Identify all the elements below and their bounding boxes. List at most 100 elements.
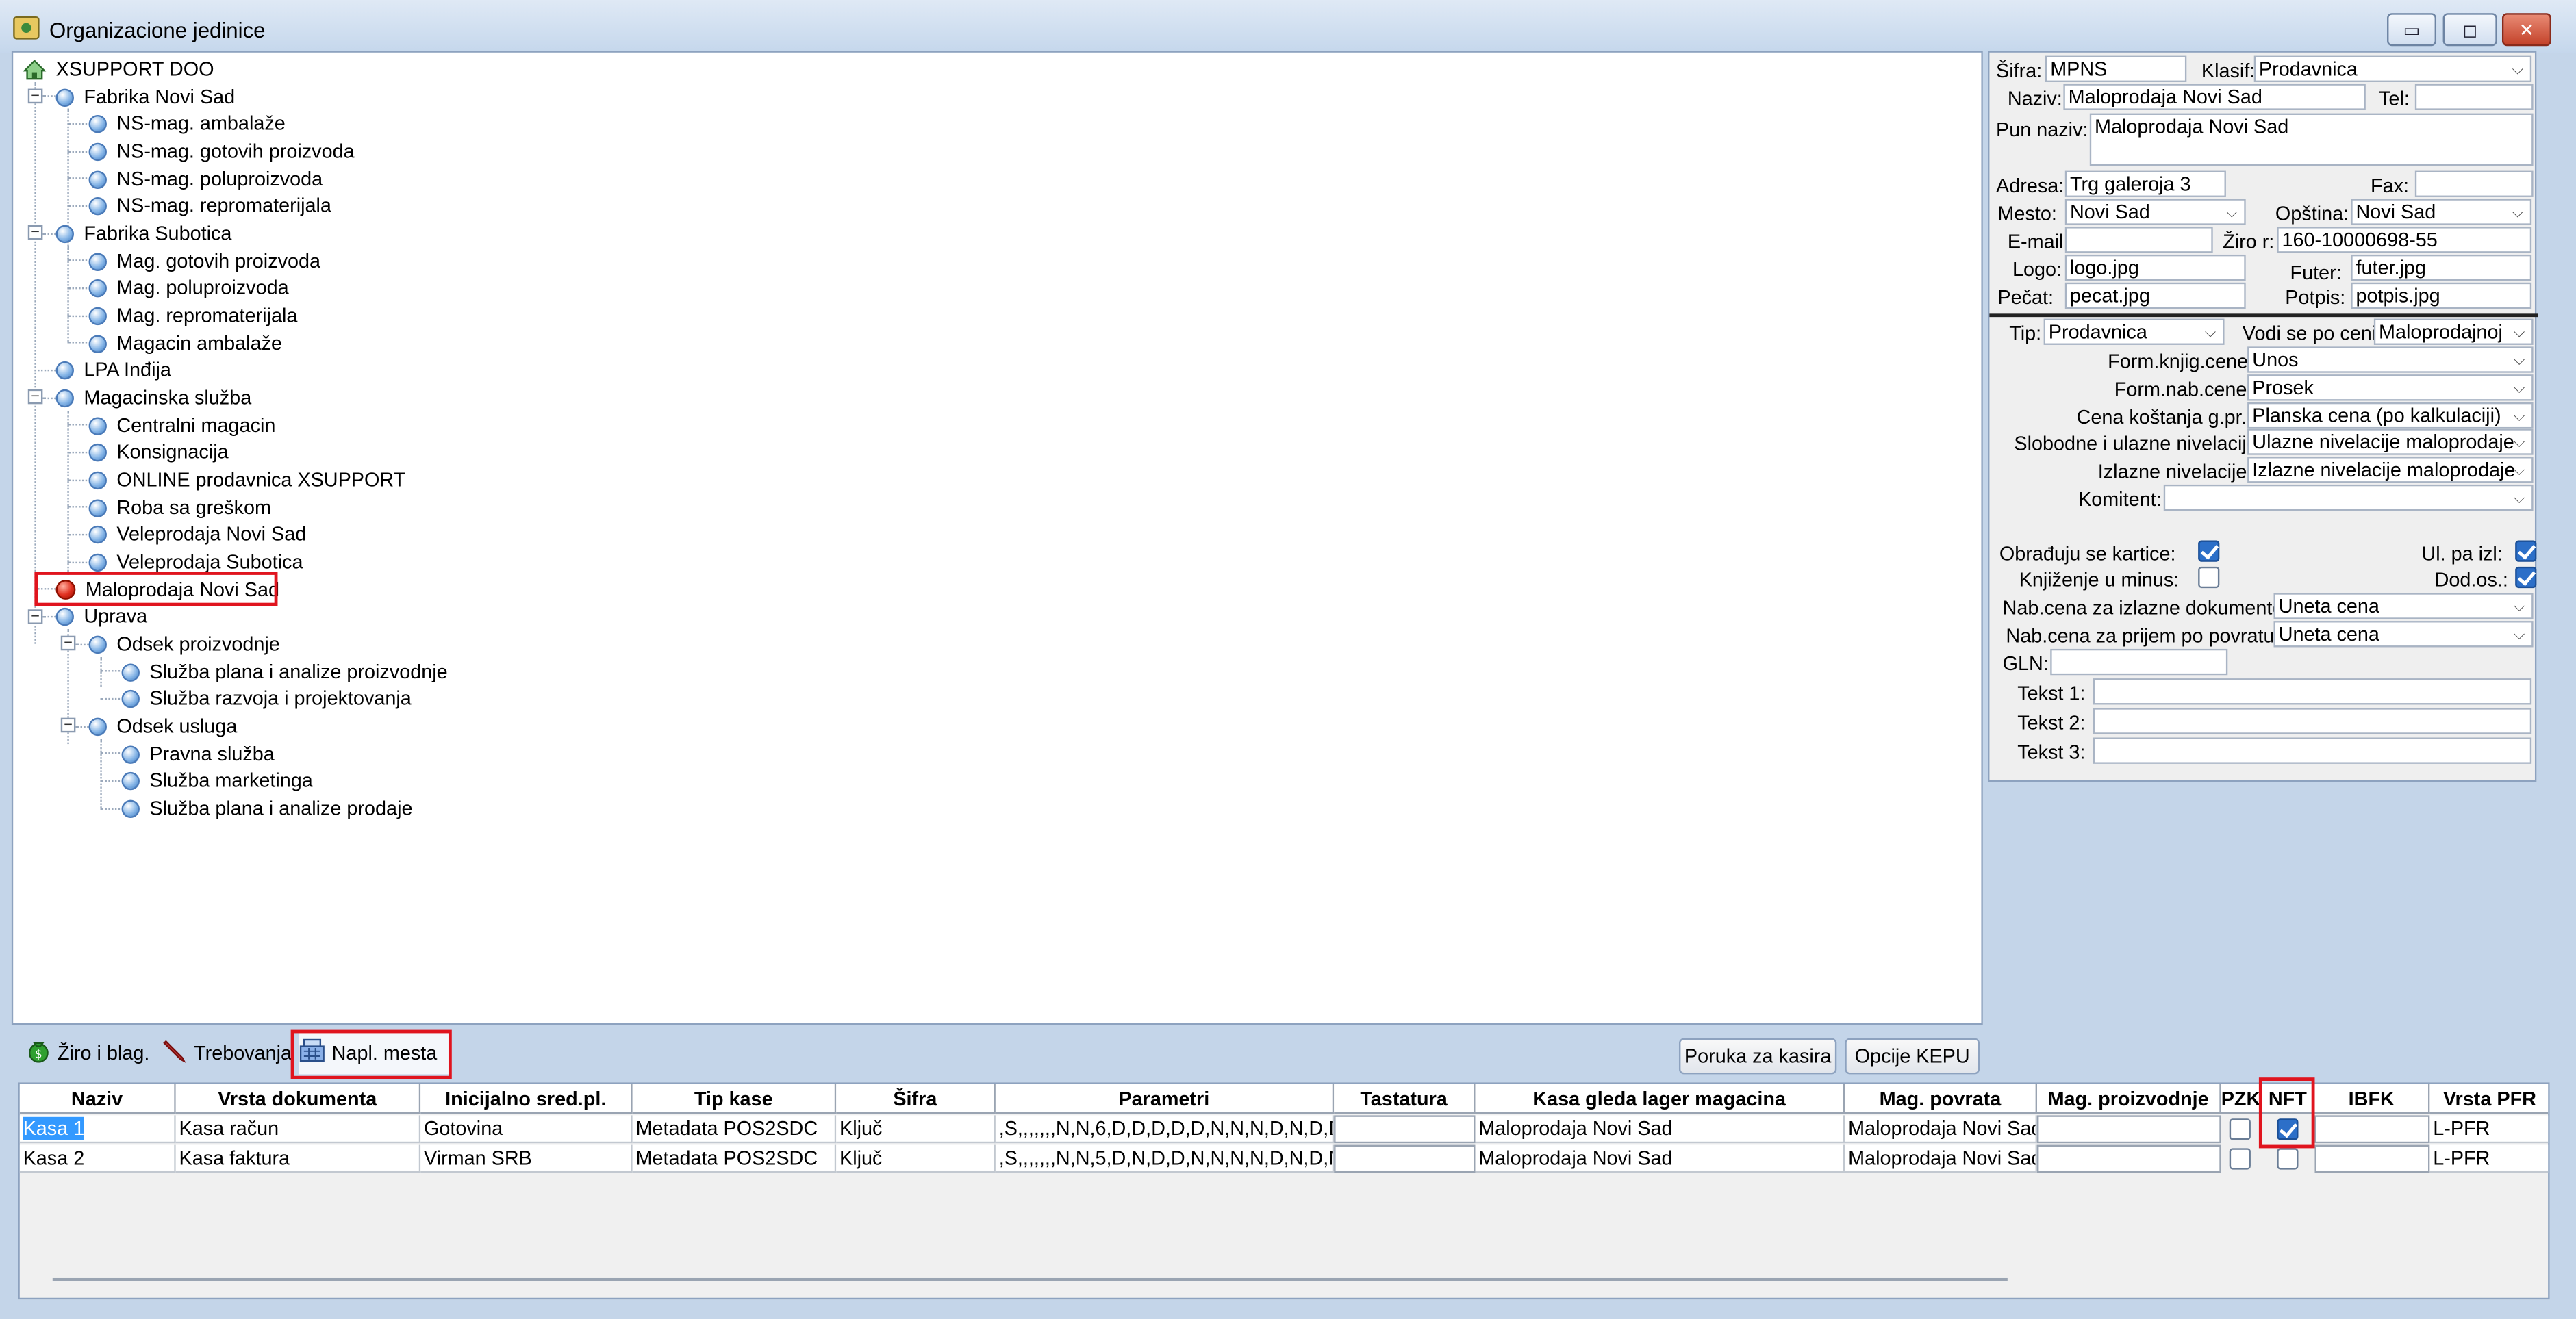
- maximize-button[interactable]: ◻: [2442, 13, 2497, 47]
- napl-mesta-grid[interactable]: Naziv Vrsta dokumenta Inicijalno sred.pl…: [18, 1082, 2550, 1300]
- naziv-field[interactable]: Maloprodaja Novi Sad: [2063, 84, 2366, 110]
- tab-ziro[interactable]: $ Žiro i blag.: [26, 1032, 161, 1074]
- table-cell[interactable]: [2037, 1115, 2221, 1144]
- table-cell[interactable]: Maloprodaja Novi Sad: [1845, 1115, 2038, 1144]
- ul-checkbox[interactable]: [2515, 540, 2537, 562]
- tree-item[interactable]: Služba plana i analize proizvodnje: [121, 658, 448, 684]
- tree-item[interactable]: Uprava: [55, 603, 147, 629]
- pzk-checkbox[interactable]: [2229, 1148, 2251, 1170]
- tab-trebovanja[interactable]: Trebovanja: [163, 1032, 292, 1074]
- tel-field[interactable]: [2414, 84, 2534, 110]
- expander[interactable]: −: [60, 635, 76, 651]
- nab-prij-combo[interactable]: Uneta cena ⌵: [2273, 621, 2534, 648]
- col-header[interactable]: Naziv: [19, 1084, 176, 1114]
- tree-item[interactable]: Centralni magacin: [88, 412, 275, 438]
- mesto-combo[interactable]: Novi Sad ⌵: [2064, 199, 2246, 225]
- tree-root[interactable]: XSUPPORT DOO: [23, 56, 214, 82]
- table-cell[interactable]: Virman SRB: [420, 1144, 633, 1173]
- table-cell[interactable]: Ključ: [836, 1144, 996, 1173]
- vodi-combo[interactable]: Maloprodajnoj ⌵: [2373, 318, 2534, 345]
- tekst2-field[interactable]: [2093, 708, 2532, 734]
- tekst1-field[interactable]: [2093, 678, 2532, 705]
- tree-item[interactable]: LPA Inđija: [55, 357, 171, 383]
- col-header[interactable]: Vrsta dokumenta: [175, 1084, 421, 1114]
- potpis-field[interactable]: potpis.jpg: [2351, 282, 2532, 309]
- tree-item[interactable]: Magacin ambalaže: [88, 330, 282, 356]
- tree-item[interactable]: Konsignacija: [88, 439, 229, 465]
- horizontal-scrollbar[interactable]: [52, 1277, 2008, 1281]
- tree-item[interactable]: NS-mag. repromaterijala: [88, 192, 331, 218]
- table-cell[interactable]: Ključ: [836, 1115, 996, 1144]
- minimize-button[interactable]: ▭: [2387, 13, 2437, 47]
- col-header[interactable]: Tip kase: [632, 1084, 837, 1114]
- tree-item[interactable]: Veleprodaja Novi Sad: [88, 521, 306, 547]
- table-cell[interactable]: ,S,,,,,,,N,N,6,D,D,D,D,D,N,N,N,D,N,D,DX: [995, 1115, 1335, 1144]
- pecat-field[interactable]: pecat.jpg: [2064, 282, 2246, 309]
- col-header[interactable]: Vrsta PFR: [2429, 1084, 2549, 1114]
- table-cell[interactable]: L-PFR: [2429, 1144, 2549, 1173]
- table-cell[interactable]: Kasa faktura: [175, 1144, 421, 1173]
- table-cell[interactable]: [2314, 1144, 2430, 1173]
- table-cell[interactable]: Kasa 1: [19, 1115, 176, 1144]
- nab-izl-combo[interactable]: Uneta cena ⌵: [2273, 593, 2534, 619]
- knj-checkbox[interactable]: [2198, 566, 2220, 589]
- table-cell[interactable]: Maloprodaja Novi Sad: [1475, 1115, 1845, 1144]
- col-header[interactable]: Šifra: [836, 1084, 996, 1114]
- table-cell[interactable]: Maloprodaja Novi Sad: [1845, 1144, 2038, 1173]
- izl-combo[interactable]: Izlazne nivelacije maloprodaje ⌵: [2247, 457, 2534, 483]
- tree-item[interactable]: NS-mag. poluproizvoda: [88, 166, 323, 192]
- tree-item[interactable]: Fabrika Novi Sad: [55, 84, 235, 110]
- tree-item[interactable]: Pravna služba: [121, 741, 275, 767]
- org-tree[interactable]: XSUPPORT DOO − Fabrika Novi Sad NS-mag. …: [11, 51, 1983, 1025]
- col-header[interactable]: Tastatura: [1334, 1084, 1476, 1114]
- col-header[interactable]: PZK: [2221, 1084, 2262, 1114]
- email-field[interactable]: [2064, 227, 2213, 253]
- tree-item[interactable]: Mag. repromaterijala: [88, 303, 297, 329]
- klasif-combo[interactable]: Prodavnica ⌵: [2253, 55, 2532, 82]
- pzk-checkbox[interactable]: [2229, 1118, 2251, 1140]
- table-cell[interactable]: ,S,,,,,,,N,N,5,D,N,D,D,N,N,N,N,D,N,D,N: [995, 1144, 1335, 1173]
- tekst3-field[interactable]: [2093, 737, 2532, 764]
- logo-field[interactable]: logo.jpg: [2064, 254, 2246, 281]
- table-cell[interactable]: L-PFR: [2429, 1115, 2549, 1144]
- opstina-combo[interactable]: Novi Sad ⌵: [2351, 199, 2532, 225]
- dod-checkbox[interactable]: [2515, 566, 2537, 589]
- tree-item[interactable]: Odsek proizvodnje: [88, 630, 280, 656]
- tree-item[interactable]: Služba razvoja i projektovanja: [121, 685, 412, 711]
- form-knjig-combo[interactable]: Unos ⌵: [2247, 346, 2534, 373]
- col-header[interactable]: Inicijalno sred.pl.: [420, 1084, 633, 1114]
- sifra-field[interactable]: MPNS: [2045, 55, 2187, 82]
- nft-checkbox[interactable]: [2277, 1148, 2299, 1170]
- col-header[interactable]: Kasa gleda lager magacina: [1475, 1084, 1845, 1114]
- tree-item[interactable]: Magacinska služba: [55, 385, 251, 411]
- table-cell[interactable]: Kasa 2: [19, 1144, 176, 1173]
- opcije-kepu-button[interactable]: Opcije KEPU: [1845, 1038, 1980, 1075]
- cena-kost-combo[interactable]: Planska cena (po kalkulaciji) ⌵: [2247, 402, 2534, 429]
- tree-item[interactable]: Odsek usluga: [88, 713, 237, 739]
- col-header[interactable]: IBFK: [2314, 1084, 2430, 1114]
- table-cell[interactable]: Kasa račun: [175, 1115, 421, 1144]
- fax-field[interactable]: [2414, 170, 2534, 197]
- tree-item[interactable]: ONLINE prodavnica XSUPPORT: [88, 467, 405, 493]
- tree-item[interactable]: Fabrika Subotica: [55, 220, 231, 246]
- table-cell[interactable]: [2314, 1115, 2430, 1144]
- expander[interactable]: −: [27, 225, 43, 240]
- close-button[interactable]: ✕: [2501, 13, 2551, 47]
- expander[interactable]: −: [60, 717, 76, 733]
- gln-field[interactable]: [2050, 648, 2228, 676]
- table-cell[interactable]: Gotovina: [420, 1115, 633, 1144]
- expander[interactable]: −: [27, 88, 43, 104]
- col-header[interactable]: Mag. proizvodnje: [2037, 1084, 2221, 1114]
- tree-item[interactable]: Mag. poluproizvoda: [88, 274, 289, 300]
- ziro-field[interactable]: 160-10000698-55: [2277, 227, 2532, 253]
- table-cell[interactable]: Maloprodaja Novi Sad: [1475, 1144, 1845, 1173]
- table-cell[interactable]: Metadata POS2SDC: [632, 1144, 837, 1173]
- expander[interactable]: −: [27, 389, 43, 405]
- tree-item[interactable]: NS-mag. gotovih proizvoda: [88, 138, 355, 164]
- tree-item[interactable]: Roba sa greškom: [88, 494, 271, 520]
- table-cell[interactable]: [1334, 1115, 1476, 1144]
- col-header[interactable]: Parametri: [995, 1084, 1335, 1114]
- tree-item[interactable]: Mag. gotovih proizvoda: [88, 248, 320, 274]
- poruka-kasira-button[interactable]: Poruka za kasira: [1678, 1038, 1837, 1075]
- obr-checkbox[interactable]: [2198, 540, 2220, 562]
